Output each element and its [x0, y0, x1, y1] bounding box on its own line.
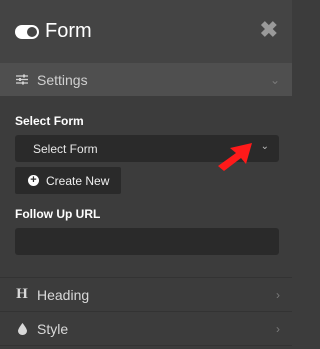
settings-label: Settings — [37, 71, 88, 88]
settings-section-header[interactable]: Settings ⌄ — [0, 63, 292, 96]
droplet-icon — [15, 322, 29, 335]
followup-url-label: Follow Up URL — [15, 207, 101, 221]
chevron-right-icon: › — [276, 321, 280, 336]
heading-icon: H — [16, 286, 28, 302]
create-new-button[interactable]: + Create New — [15, 167, 122, 194]
divider — [0, 345, 292, 346]
close-icon[interactable]: ✖ — [260, 19, 278, 41]
panel-title: Form — [45, 20, 92, 42]
sliders-icon — [15, 74, 29, 85]
heading-section-label: Heading — [37, 286, 90, 303]
heading-section-header[interactable]: H Heading › — [0, 278, 292, 311]
red-arrow-pointer — [218, 143, 252, 171]
toggle-icon — [15, 24, 39, 39]
select-form-value: Select Form — [33, 141, 98, 156]
style-section-label: Style — [37, 320, 69, 337]
plus-circle-icon: + — [28, 175, 39, 186]
select-form-label: Select Form — [15, 114, 84, 128]
chevron-down-icon: ⌄ — [260, 141, 269, 152]
style-section-header[interactable]: Style › — [0, 312, 292, 345]
followup-url-input[interactable] — [15, 228, 279, 255]
create-new-label: Create New — [46, 173, 110, 188]
chevron-down-icon: ⌄ — [269, 72, 280, 87]
settings-body: Select Form Select Form ⌄ + Create New F… — [0, 96, 292, 277]
panel-header: Form ✖ — [0, 0, 292, 63]
chevron-right-icon: › — [276, 287, 280, 302]
